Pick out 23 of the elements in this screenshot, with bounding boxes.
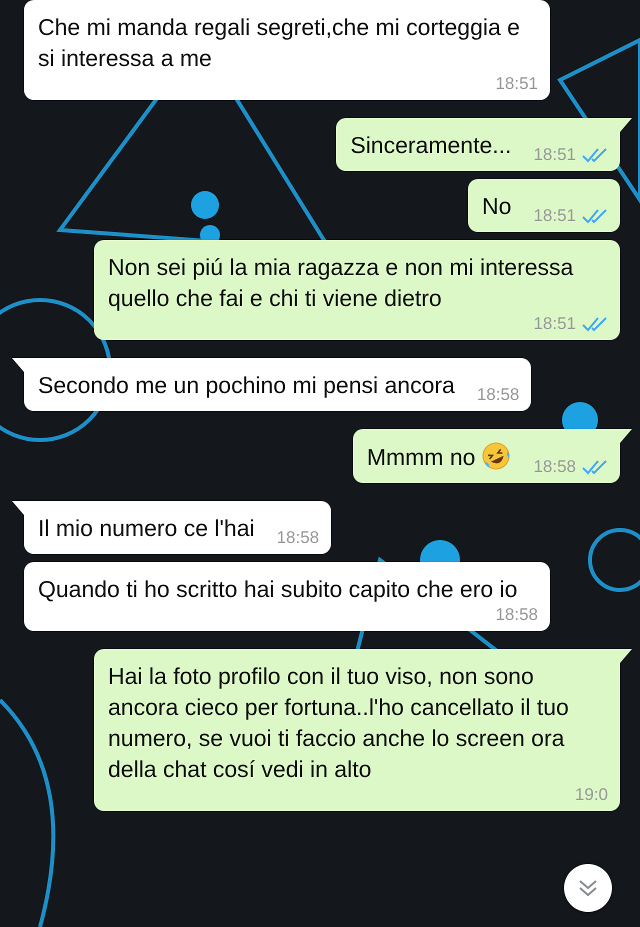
message-text: Sinceramente... bbox=[350, 131, 512, 160]
double-check-icon bbox=[582, 208, 608, 224]
message-text: Mmmm no bbox=[366, 441, 512, 473]
message-text: Quando ti ho scritto hai subito capito che ero io bbox=[38, 575, 518, 604]
message-text: No bbox=[482, 192, 512, 221]
message-time: 18:58 bbox=[533, 457, 576, 477]
message-time: 18:51 bbox=[533, 314, 576, 334]
message-time: 18:51 bbox=[495, 74, 538, 94]
message-text: Che mi manda regali segreti,che mi corteggia e si interessa a me bbox=[38, 13, 521, 73]
double-check-icon bbox=[582, 316, 608, 332]
double-chevron-down-icon bbox=[577, 878, 599, 898]
message-time: 18:58 bbox=[495, 605, 538, 625]
message-time: 18:51 bbox=[533, 206, 576, 226]
message-time: 18:58 bbox=[276, 528, 320, 548]
double-check-icon bbox=[582, 147, 608, 163]
message-time: 18:58 bbox=[476, 385, 520, 405]
message-time: 19:0 bbox=[574, 785, 608, 805]
message-time: 18:51 bbox=[533, 145, 576, 165]
message-text: Secondo me un pochino mi pensi ancora bbox=[38, 371, 455, 400]
double-check-icon bbox=[582, 459, 608, 475]
message-text: Il mio numero ce l'hai bbox=[38, 514, 255, 543]
message-text: Hai la foto profilo con il tuo viso, non sono ancora cieco per fortuna..l'ho cancellato il tuo numero, se vuoi ti faccio anche lo screen ora della chat cosí vedi in alto bbox=[108, 662, 570, 784]
message-text: Non sei piú la mia ragazza e non mi interessa quello che fai e chi ti viene dietro bbox=[108, 253, 574, 313]
